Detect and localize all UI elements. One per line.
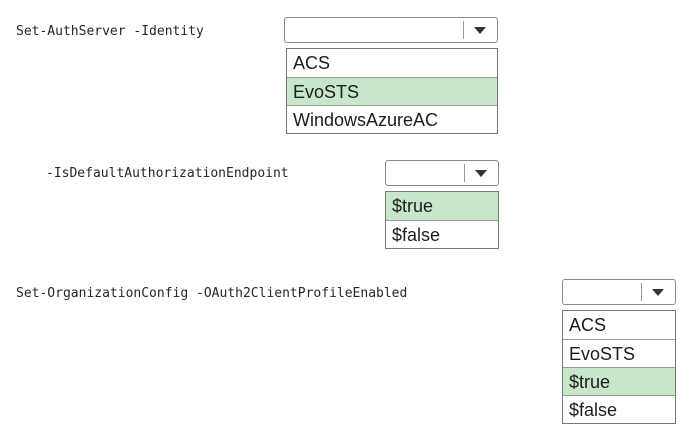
chevron-down-icon[interactable]: [652, 289, 664, 296]
endpoint-options-list: $true $false: [385, 191, 499, 249]
oauth2-options-list: ACS EvoSTS $true $false: [562, 310, 676, 424]
option-false[interactable]: $false: [563, 395, 675, 423]
option-true[interactable]: $true: [386, 192, 498, 220]
option-acs[interactable]: ACS: [287, 49, 497, 77]
option-evosts[interactable]: EvoSTS: [563, 339, 675, 367]
option-acs[interactable]: ACS: [563, 311, 675, 339]
endpoint-dropdown[interactable]: [385, 160, 499, 186]
command-label-set-authserver: Set-AuthServer -Identity: [16, 24, 204, 39]
dropdown-separator: [463, 21, 464, 39]
param-label-isdefaultauthorizationendpoint: -IsDefaultAuthorizationEndpoint: [46, 166, 289, 181]
command-label-set-organizationconfig: Set-OrganizationConfig -OAuth2ClientProf…: [16, 286, 408, 301]
chevron-down-icon[interactable]: [475, 170, 487, 177]
option-evosts[interactable]: EvoSTS: [287, 77, 497, 105]
option-false[interactable]: $false: [386, 220, 498, 248]
oauth2-dropdown[interactable]: [562, 279, 676, 305]
option-true[interactable]: $true: [563, 367, 675, 395]
identity-options-list: ACS EvoSTS WindowsAzureAC: [286, 48, 498, 134]
chevron-down-icon[interactable]: [474, 27, 486, 34]
option-windowsazureac[interactable]: WindowsAzureAC: [287, 105, 497, 133]
identity-dropdown[interactable]: [284, 17, 498, 43]
dropdown-separator: [464, 164, 465, 182]
dropdown-separator: [641, 283, 642, 301]
